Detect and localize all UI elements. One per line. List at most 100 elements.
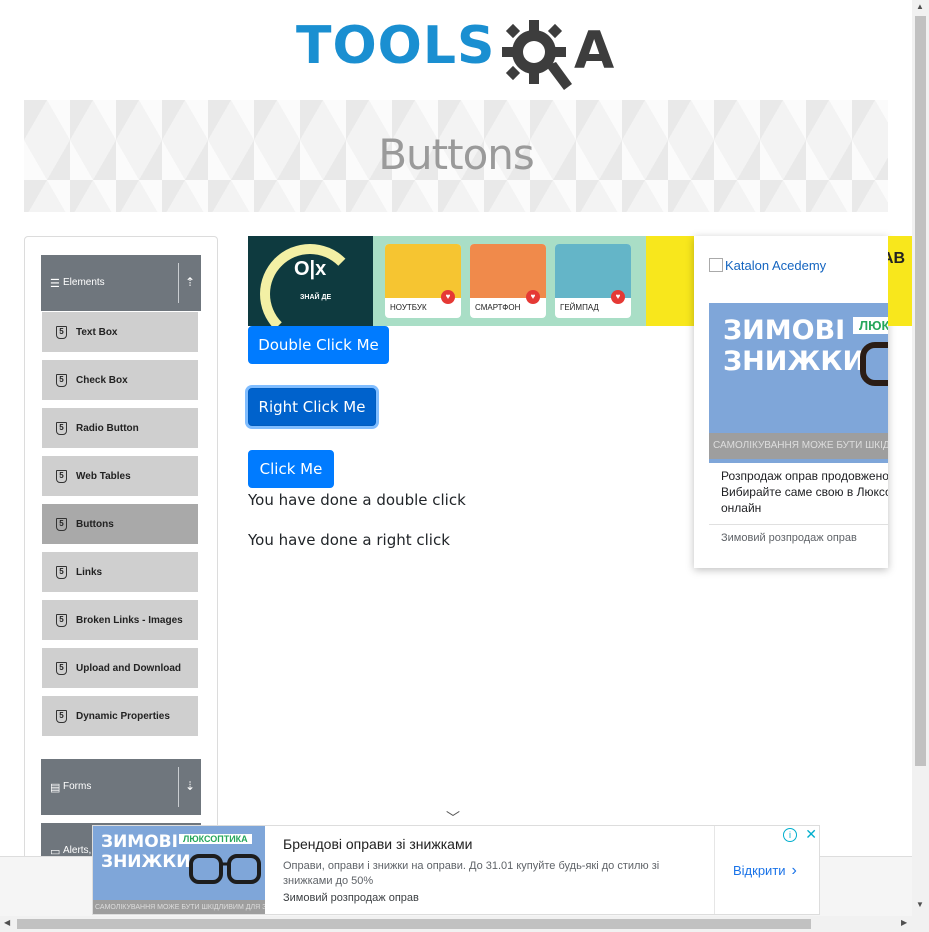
logo-text-qa: A bbox=[574, 21, 614, 81]
heart-icon: ♥ bbox=[611, 290, 625, 304]
sidebar-item-upload-download[interactable]: 5 Upload and Download bbox=[42, 648, 198, 692]
scroll-right-icon[interactable]: ▶ bbox=[901, 918, 907, 927]
ad-desc-line: Розпродаж оправ продовжено д bbox=[721, 469, 888, 483]
click-me-button[interactable]: Click Me bbox=[248, 450, 334, 488]
sidebar-item-label: Links bbox=[76, 567, 103, 578]
sidebar-item-web-tables[interactable]: 5 Web Tables bbox=[42, 456, 198, 500]
sidebar-item-links[interactable]: 5 Links bbox=[42, 552, 198, 596]
broken-image-icon bbox=[709, 258, 723, 272]
divider bbox=[709, 524, 888, 525]
ad-brand: ЛЮКСОПТИКА bbox=[179, 834, 252, 844]
sidebar-item-label: Upload and Download bbox=[76, 663, 181, 674]
right-click-button[interactable]: Right Click Me bbox=[248, 388, 376, 426]
group-header-forms[interactable]: ▤ Forms ⇣ bbox=[41, 759, 201, 815]
html5-icon: 5 bbox=[56, 566, 67, 579]
sidebar-item-radio-button[interactable]: 5 Radio Button bbox=[42, 408, 198, 452]
ad-open-button[interactable]: Відкрити › bbox=[733, 862, 797, 880]
ad-text: Оправи, оправи і знижки на оправи. До 31… bbox=[283, 860, 660, 887]
katalon-image-link[interactable]: Katalon Acedemy bbox=[709, 258, 826, 273]
ad-warning: САМОЛІКУВАННЯ МОЖЕ БУТИ ШКІДЛИВИМ ДЛЯ ЗД… bbox=[93, 900, 265, 914]
horizontal-scrollbar[interactable]: ◀ ▶ bbox=[0, 916, 929, 932]
sidebar-item-label: Check Box bbox=[76, 375, 128, 386]
document-icon: ▤ bbox=[50, 782, 61, 794]
info-icon[interactable]: i bbox=[783, 828, 797, 842]
ad-brand: ЛЮКС bbox=[853, 317, 888, 334]
html5-icon: 5 bbox=[56, 470, 67, 483]
ad-bottom[interactable]: ЗИМОВІ ЗНИЖКИ ЛЮКСОПТИКА САМОЛІКУВАННЯ М… bbox=[92, 825, 820, 915]
ad-footer: Зимовий розпродаж оправ bbox=[721, 532, 857, 544]
ad-card-phone[interactable]: ♥ СМАРТФОН bbox=[470, 244, 546, 318]
scrollbar-thumb[interactable] bbox=[17, 919, 811, 929]
ad-edge-strip: AB bbox=[888, 236, 912, 326]
image-alt-text: Katalon Acedemy bbox=[725, 258, 827, 273]
html5-icon: 5 bbox=[56, 374, 67, 387]
glasses-icon bbox=[189, 854, 261, 884]
sidebar-item-label: Radio Button bbox=[76, 423, 139, 434]
ad-description: Розпродаж оправ продовжено д Вибирайте с… bbox=[721, 468, 888, 516]
ad-brand-panel: O|x ЗНАЙ ДЕ bbox=[248, 236, 373, 326]
heart-icon: ♥ bbox=[441, 290, 455, 304]
ad-banner-title: ЗИМОВІ ЗНИЖКИ bbox=[723, 315, 866, 377]
sidebar-item-label: Dynamic Properties bbox=[76, 711, 170, 722]
ad-side-banner[interactable]: ЗИМОВІ ЗНИЖКИ ЛЮКС САМОЛІКУВАННЯ МОЖЕ БУ… bbox=[709, 303, 888, 463]
html5-icon: 5 bbox=[56, 710, 67, 723]
double-click-message: You have done a double click bbox=[248, 491, 466, 509]
logo-gear-icon: A bbox=[502, 20, 614, 90]
html5-icon: 5 bbox=[56, 662, 67, 675]
ad-card-gamepad[interactable]: ♥ ГЕЙМПАД bbox=[555, 244, 631, 318]
sidebar-item-label: Text Box bbox=[76, 327, 118, 338]
ad-bottom-banner[interactable]: ЗИМОВІ ЗНИЖКИ ЛЮКСОПТИКА САМОЛІКУВАННЯ М… bbox=[93, 826, 265, 914]
page-title: Buttons bbox=[378, 130, 535, 179]
decorative-arc bbox=[260, 244, 360, 326]
scrollbar-thumb[interactable] bbox=[915, 16, 926, 766]
sidebar-item-check-box[interactable]: 5 Check Box bbox=[42, 360, 198, 404]
ad-side[interactable]: Katalon Acedemy ЗИМОВІ ЗНИЖКИ ЛЮКС САМОЛ… bbox=[694, 236, 888, 568]
group-header-elements[interactable]: ☰ Elements ⇡ bbox=[41, 255, 201, 311]
ad-open-label: Відкрити bbox=[733, 863, 786, 878]
ad-source: Зимовий розпродаж оправ bbox=[283, 892, 419, 904]
scroll-left-icon[interactable]: ◀ bbox=[4, 918, 10, 927]
right-click-message: You have done a right click bbox=[248, 531, 450, 549]
ad-yellow-panel bbox=[646, 236, 694, 326]
heart-icon: ♥ bbox=[526, 290, 540, 304]
scroll-down-icon[interactable]: ▼ bbox=[916, 900, 924, 909]
sidebar-item-text-box[interactable]: 5 Text Box bbox=[42, 312, 198, 356]
group-label: Forms bbox=[63, 781, 92, 792]
group-label: Alerts, bbox=[63, 845, 92, 856]
close-icon[interactable]: ✕ bbox=[805, 827, 817, 841]
ad-desc-line: Вибирайте саме свою в Люксопт bbox=[721, 485, 888, 499]
chevron-right-icon: › bbox=[791, 862, 797, 879]
html5-icon: 5 bbox=[56, 614, 67, 627]
sidebar-item-label: Broken Links - Images bbox=[76, 615, 183, 626]
double-click-button[interactable]: Double Click Me bbox=[248, 326, 389, 364]
ad-warning: САМОЛІКУВАННЯ МОЖЕ БУТИ ШКІДЛИВИМ ДЛ bbox=[709, 433, 888, 459]
ad-tagline: ЗНАЙ ДЕ bbox=[300, 294, 332, 301]
sidebar: ☰ Elements ⇡ 5 Text Box 5 Check Box 5 Ra… bbox=[24, 236, 218, 876]
ad-title[interactable]: Брендові оправи зі знижками bbox=[283, 836, 472, 852]
group-label: Elements bbox=[63, 277, 105, 288]
sidebar-item-label: Buttons bbox=[76, 519, 114, 530]
sidebar-item-broken-links[interactable]: 5 Broken Links - Images bbox=[42, 600, 198, 644]
ad-banner-olx[interactable]: O|x ЗНАЙ ДЕ ♥ НОУТБУК ♥ СМАРТФОН ♥ ГЕЙМП… bbox=[248, 236, 694, 326]
scroll-up-icon[interactable]: ▲ bbox=[916, 2, 924, 11]
ad-banner-title: ЗИМОВІ ЗНИЖКИ bbox=[101, 832, 191, 872]
olx-logo: O|x bbox=[294, 258, 327, 280]
html5-icon: 5 bbox=[56, 518, 67, 531]
ad-card-laptop[interactable]: ♥ НОУТБУК bbox=[385, 244, 461, 318]
vertical-scrollbar[interactable]: ▲ ▼ bbox=[912, 0, 929, 916]
sidebar-item-buttons[interactable]: 5 Buttons bbox=[42, 504, 198, 548]
toolsqa-logo[interactable]: TOOLS A bbox=[296, 14, 626, 92]
divider bbox=[714, 826, 715, 914]
sidebar-item-label: Web Tables bbox=[76, 471, 131, 482]
sidebar-item-dynamic-properties[interactable]: 5 Dynamic Properties bbox=[42, 696, 198, 740]
divider bbox=[178, 263, 179, 303]
ad-card-label: СМАРТФОН bbox=[475, 303, 521, 312]
download-icon: ⇣ bbox=[184, 779, 195, 793]
ad-edge-text: AB bbox=[888, 250, 906, 267]
ad-desc-line: онлайн bbox=[721, 501, 762, 515]
ad-card-label: НОУТБУК bbox=[390, 303, 427, 312]
page-banner: Buttons bbox=[24, 100, 888, 212]
logo-text-tools: TOOLS bbox=[296, 16, 496, 76]
upload-icon: ⇡ bbox=[184, 275, 195, 289]
hamburger-icon: ☰ bbox=[50, 278, 60, 290]
